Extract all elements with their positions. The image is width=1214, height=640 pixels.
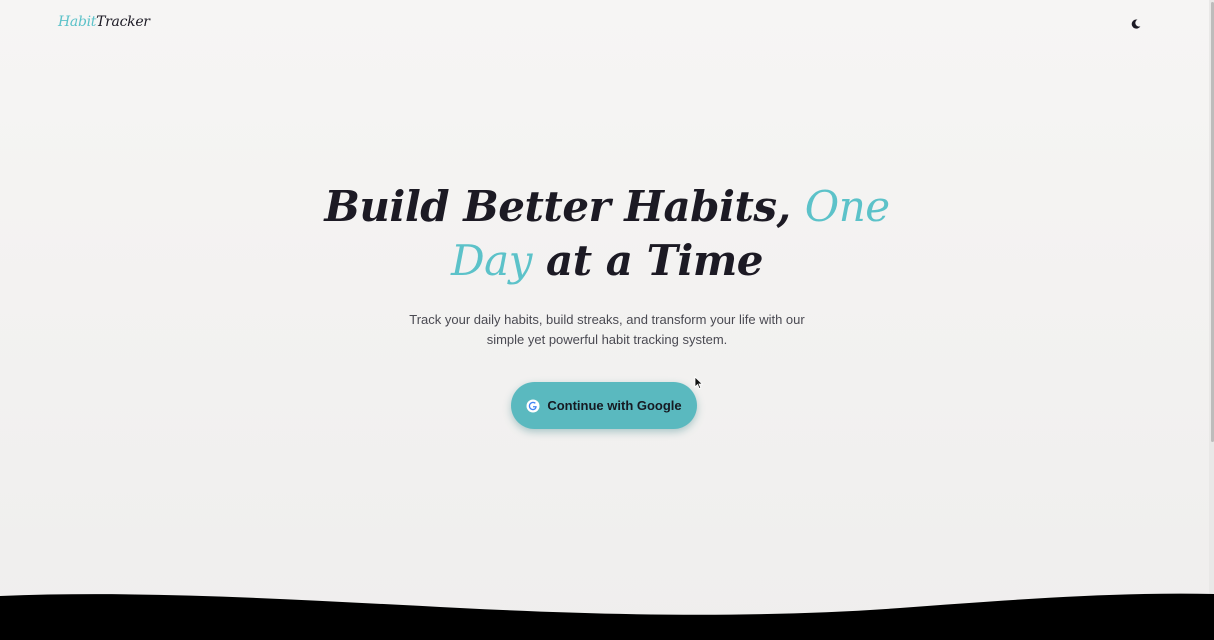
headline-part2: at a Time	[531, 236, 764, 285]
top-nav: HabitTracker	[0, 0, 1214, 52]
moon-icon	[1131, 19, 1141, 29]
continue-with-google-button[interactable]: Continue with Google	[511, 382, 697, 429]
landing-page: HabitTracker Build Better Habits, One Da…	[0, 0, 1214, 640]
theme-toggle-button[interactable]	[1126, 14, 1146, 34]
hero-subtitle: Track your daily habits, build streaks, …	[409, 312, 805, 347]
footer-wave	[0, 593, 1214, 640]
app-logo[interactable]: HabitTracker	[58, 14, 150, 30]
logo-habit: Habit	[58, 14, 97, 30]
google-icon	[526, 399, 540, 412]
hero-section: Build Better Habits, One Day at a Time T…	[0, 180, 1214, 350]
hero-headline: Build Better Habits, One Day at a Time	[297, 180, 917, 288]
cta-label: Continue with Google	[547, 398, 682, 413]
headline-part1: Build Better Habits,	[324, 182, 805, 231]
logo-tracker: Tracker	[96, 14, 150, 30]
mouse-cursor-icon	[694, 376, 704, 390]
